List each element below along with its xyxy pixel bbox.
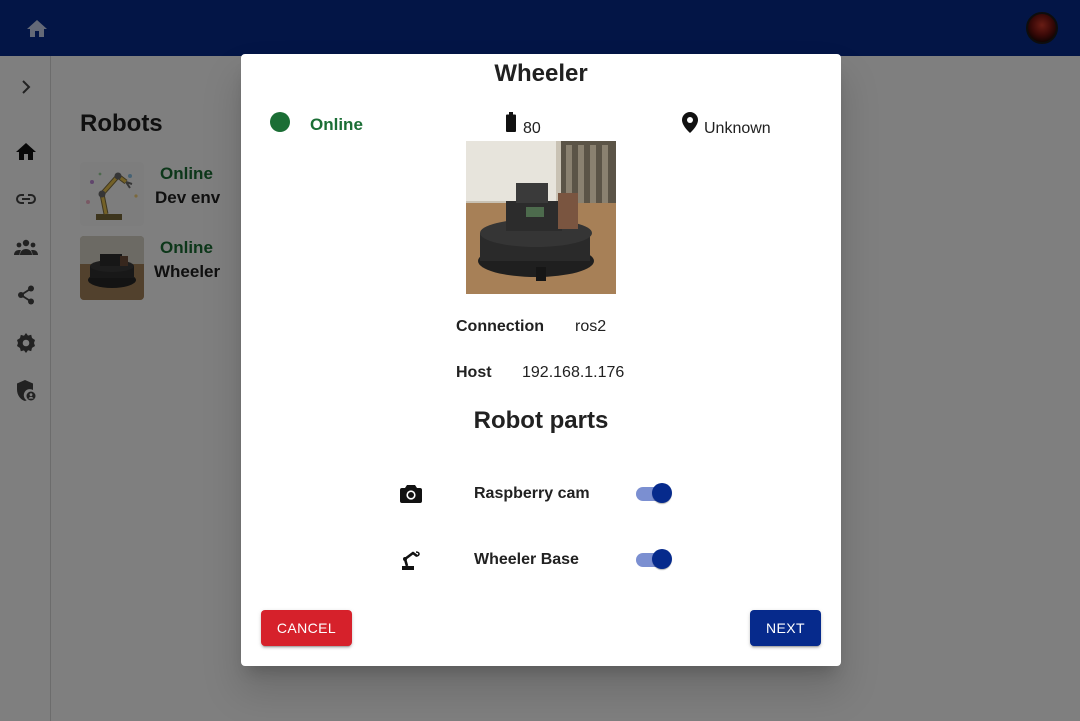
- location-value: Unknown: [704, 120, 771, 137]
- dialog-title: Wheeler: [494, 60, 588, 87]
- host-value: 192.168.1.176: [522, 364, 625, 381]
- raspberry-cam-toggle[interactable]: [633, 480, 677, 508]
- connection-label: Connection: [456, 318, 544, 335]
- robot-arm-icon: [399, 548, 423, 572]
- switch-thumb[interactable]: [652, 483, 672, 503]
- host-label: Host: [456, 364, 492, 381]
- switch-thumb[interactable]: [652, 549, 672, 569]
- robot-details-dialog: Wheeler Online 80 Unknown Connection ros…: [241, 54, 841, 666]
- wheeler-base-toggle[interactable]: [633, 546, 677, 574]
- online-status-icon: [270, 112, 290, 132]
- battery-level: 80: [523, 120, 541, 137]
- robot-photo: [466, 141, 616, 294]
- status-text: Online: [310, 115, 363, 134]
- battery-icon: [505, 112, 517, 137]
- cancel-button[interactable]: CANCEL: [261, 610, 352, 646]
- connection-value: ros2: [575, 318, 607, 335]
- part-label: Wheeler Base: [474, 551, 579, 568]
- robot-parts-title: Robot parts: [473, 407, 609, 434]
- next-button[interactable]: NEXT: [750, 610, 821, 646]
- location-pin-icon: [682, 112, 698, 138]
- part-label: Raspberry cam: [474, 485, 590, 502]
- camera-icon: [399, 482, 423, 506]
